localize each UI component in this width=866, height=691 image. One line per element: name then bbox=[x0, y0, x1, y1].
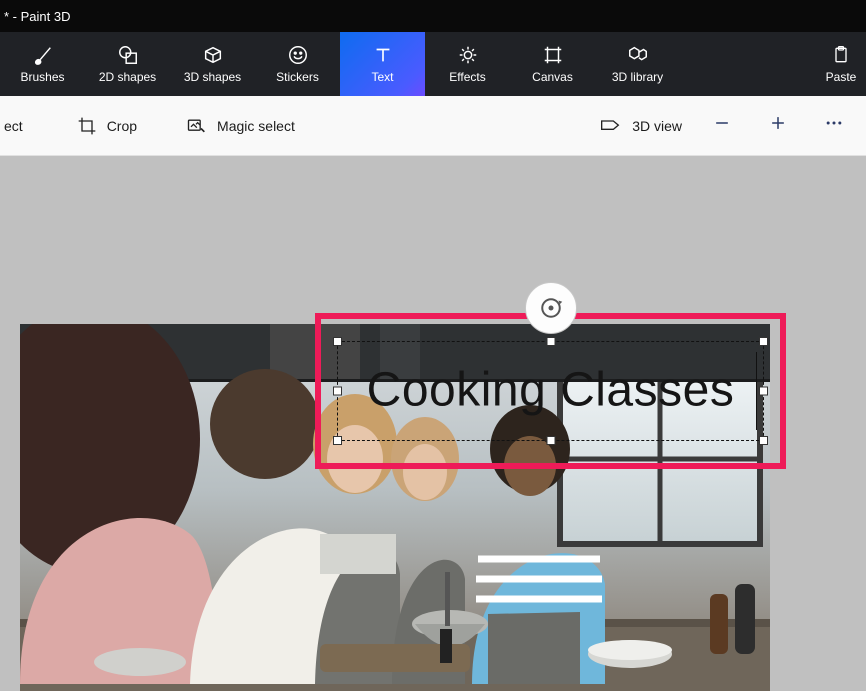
text-icon bbox=[372, 44, 394, 66]
titlebar: * - Paint 3D bbox=[0, 0, 866, 32]
text-tool[interactable]: Text bbox=[340, 32, 425, 96]
magic-select-icon bbox=[185, 116, 207, 136]
brushes-label: Brushes bbox=[20, 70, 64, 84]
3d-library-icon bbox=[627, 44, 649, 66]
zoom-out-button[interactable] bbox=[694, 96, 750, 155]
resize-handle-mr[interactable] bbox=[759, 387, 768, 396]
magic-select-label: Magic select bbox=[217, 118, 295, 134]
resize-handle-tr[interactable] bbox=[759, 337, 768, 346]
3d-shapes-tool[interactable]: 3D shapes bbox=[170, 32, 255, 96]
plus-icon bbox=[768, 113, 788, 138]
resize-handle-ml[interactable] bbox=[333, 387, 342, 396]
select-label: ect bbox=[4, 118, 23, 134]
main-toolbar: Brushes 2D shapes 3D shapes bbox=[0, 32, 866, 96]
canvas-area[interactable]: Cooking Classes bbox=[0, 156, 866, 691]
canvas-tool[interactable]: Canvas bbox=[510, 32, 595, 96]
text-content[interactable]: Cooking Classes bbox=[338, 362, 763, 417]
3d-shapes-label: 3D shapes bbox=[184, 70, 241, 84]
crop-icon bbox=[77, 116, 97, 136]
resize-handle-tc[interactable] bbox=[546, 337, 555, 346]
window-title: * - Paint 3D bbox=[4, 9, 70, 24]
magic-select-button[interactable]: Magic select bbox=[173, 96, 307, 155]
effects-icon bbox=[457, 44, 479, 66]
resize-handle-br[interactable] bbox=[759, 436, 768, 445]
2d-shapes-icon bbox=[117, 44, 139, 66]
2d-shapes-tool[interactable]: 2D shapes bbox=[85, 32, 170, 96]
text-label: Text bbox=[371, 70, 393, 84]
resize-handle-bl[interactable] bbox=[333, 436, 342, 445]
select-button[interactable]: ect bbox=[4, 96, 35, 155]
effects-label: Effects bbox=[449, 70, 485, 84]
canvas-icon bbox=[542, 44, 564, 66]
text-selection-box[interactable]: Cooking Classes bbox=[337, 341, 764, 441]
3d-library-tool[interactable]: 3D library bbox=[595, 32, 680, 96]
crop-label: Crop bbox=[107, 118, 137, 134]
stickers-tool[interactable]: Stickers bbox=[255, 32, 340, 96]
secondary-toolbar: ect Crop Magic select 3D view bbox=[0, 96, 866, 156]
resize-handle-bc[interactable] bbox=[546, 436, 555, 445]
3d-shapes-icon bbox=[202, 44, 224, 66]
text-caret bbox=[756, 352, 757, 430]
effects-tool[interactable]: Effects bbox=[425, 32, 510, 96]
2d-shapes-label: 2D shapes bbox=[99, 70, 156, 84]
paste-button[interactable]: Paste bbox=[816, 32, 866, 96]
3d-view-icon bbox=[598, 116, 622, 136]
brush-icon bbox=[32, 44, 54, 66]
paste-icon bbox=[830, 44, 852, 66]
rotate-handle[interactable] bbox=[525, 282, 577, 334]
paste-label: Paste bbox=[826, 70, 857, 84]
stickers-label: Stickers bbox=[276, 70, 319, 84]
canvas-label: Canvas bbox=[532, 70, 573, 84]
3d-view-label: 3D view bbox=[632, 118, 682, 134]
crop-button[interactable]: Crop bbox=[65, 96, 149, 155]
minus-icon bbox=[712, 113, 732, 138]
stickers-icon bbox=[287, 44, 309, 66]
more-button[interactable] bbox=[806, 96, 862, 155]
3d-view-button[interactable]: 3D view bbox=[586, 96, 694, 155]
resize-handle-tl[interactable] bbox=[333, 337, 342, 346]
3d-library-label: 3D library bbox=[612, 70, 663, 84]
zoom-in-button[interactable] bbox=[750, 96, 806, 155]
more-icon bbox=[824, 113, 844, 138]
brushes-tool[interactable]: Brushes bbox=[0, 32, 85, 96]
